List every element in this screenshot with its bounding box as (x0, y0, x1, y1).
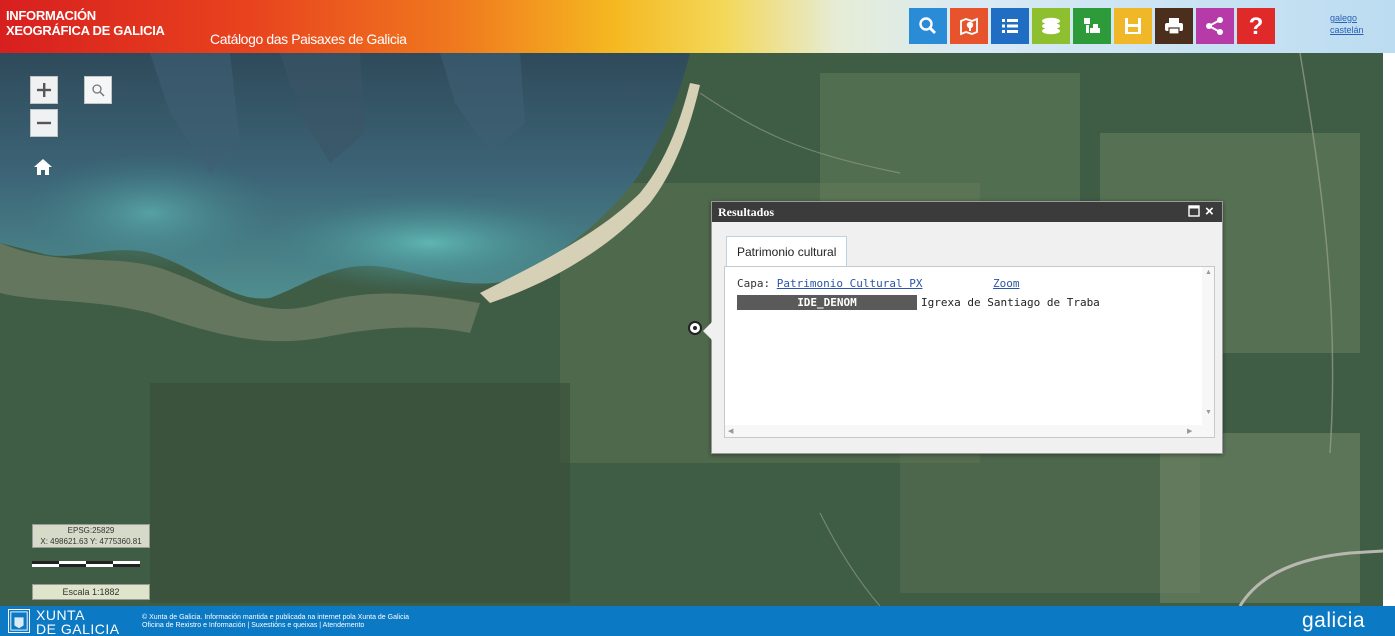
print-icon (1165, 18, 1183, 35)
scroll-left-icon[interactable]: ◀ (728, 427, 733, 435)
minus-icon (37, 121, 51, 125)
language-links: galego castelán (1330, 12, 1364, 36)
share-button[interactable] (1196, 8, 1234, 44)
results-content: Capa: Patrimonio Cultural PX Zoom IDE_DE… (724, 266, 1215, 438)
results-titlebar[interactable]: Resultados × (712, 202, 1222, 222)
search-button[interactable] (909, 8, 947, 44)
scroll-down-icon[interactable]: ▼ (1205, 409, 1212, 416)
layers-button[interactable] (1032, 8, 1070, 44)
logo-line-1: INFORMACIÓN (6, 8, 96, 23)
app-header: INFORMACIÓN XEOGRÁFICA DE GALICIA Catálo… (0, 0, 1395, 53)
save-icon (1125, 18, 1141, 34)
coords-epsg: EPSG:25829 (67, 526, 115, 535)
marker-dot (693, 326, 697, 330)
xunta-shield-icon (8, 609, 30, 633)
list-icon (1002, 19, 1018, 33)
galicia-logo: galicia (1302, 609, 1366, 632)
layers-icon (1042, 17, 1060, 35)
footer-copyright: © Xunta de Galicia. Información mantida … (142, 614, 410, 621)
share-icon (1206, 17, 1223, 35)
zoom-in-button[interactable] (30, 76, 58, 104)
app-logo[interactable]: INFORMACIÓN XEOGRÁFICA DE GALICIA (6, 8, 165, 38)
magnifier-icon (92, 84, 105, 97)
map-search-button[interactable] (84, 76, 112, 104)
svg-text:?: ? (1249, 14, 1264, 38)
footer-legal: © Xunta de Galicia. Información mantida … (142, 614, 409, 630)
scroll-up-icon[interactable]: ▲ (1205, 269, 1212, 276)
attribute-row: IDE_DENOM Igrexa de Santiago de Traba (737, 295, 1100, 310)
layer-link[interactable]: Patrimonio Cultural PX (777, 277, 923, 290)
plus-icon (37, 83, 51, 97)
maximize-icon[interactable] (1188, 205, 1200, 217)
layer-row: Capa: Patrimonio Cultural PX (737, 277, 922, 290)
page-footer: XUNTA DE GALICIA © Xunta de Galicia. Inf… (0, 606, 1395, 636)
lang-castelan-link[interactable]: castelán (1330, 24, 1364, 36)
map-edge (1383, 53, 1395, 606)
search-icon (919, 17, 937, 35)
horizontal-scrollbar[interactable]: ◀ ▶ (725, 425, 1214, 437)
vertical-scrollbar[interactable]: ▲ ▼ (1202, 267, 1214, 437)
map-tools-icon (1084, 18, 1100, 33)
attribute-key: IDE_DENOM (737, 295, 917, 310)
zoom-out-button[interactable] (30, 109, 58, 137)
location-marker[interactable] (688, 321, 702, 335)
toolbar: ? (909, 8, 1275, 44)
footer-links[interactable]: Oficina de Rexistro e Información | Suxe… (142, 622, 409, 630)
scale-bar (32, 561, 140, 567)
map-tools-button[interactable] (1073, 8, 1111, 44)
home-icon (34, 159, 52, 175)
scale-readout: Escala 1:1882 (32, 584, 150, 600)
attribute-value: Igrexa de Santiago de Traba (921, 296, 1100, 309)
save-button[interactable] (1114, 8, 1152, 44)
map-viewer[interactable]: EPSG:25829 X: 498621.63 Y: 4775360.81 Es… (0, 53, 1395, 606)
list-button[interactable] (991, 8, 1029, 44)
coordinates-readout: EPSG:25829 X: 498621.63 Y: 4775360.81 (32, 524, 150, 548)
close-icon[interactable]: × (1205, 202, 1214, 222)
print-button[interactable] (1155, 8, 1193, 44)
home-button[interactable] (30, 154, 56, 180)
help-button[interactable]: ? (1237, 8, 1275, 44)
help-icon: ? (1249, 14, 1264, 38)
location-tool-icon (960, 17, 978, 36)
scroll-right-icon[interactable]: ▶ (1187, 427, 1192, 435)
catalog-title: Catálogo das Paisaxes de Galicia (210, 31, 407, 47)
tab-patrimonio-cultural[interactable]: Patrimonio cultural (726, 236, 848, 267)
xunta-line-2: DE GALICIA (36, 621, 120, 636)
layer-label: Capa: (737, 277, 771, 290)
xunta-wordmark: XUNTA DE GALICIA (36, 608, 120, 636)
zoom-link[interactable]: Zoom (993, 277, 1020, 290)
panel-pointer (703, 322, 712, 340)
xunta-line-1: XUNTA (36, 607, 85, 623)
results-title: Resultados (718, 205, 775, 219)
location-tool-button[interactable] (950, 8, 988, 44)
coords-xy: X: 498621.63 Y: 4775360.81 (40, 537, 142, 546)
lang-galego-link[interactable]: galego (1330, 12, 1364, 24)
results-panel: Resultados × Patrimonio cultural Capa: P… (703, 201, 1223, 454)
logo-line-2: XEOGRÁFICA DE GALICIA (6, 23, 165, 38)
